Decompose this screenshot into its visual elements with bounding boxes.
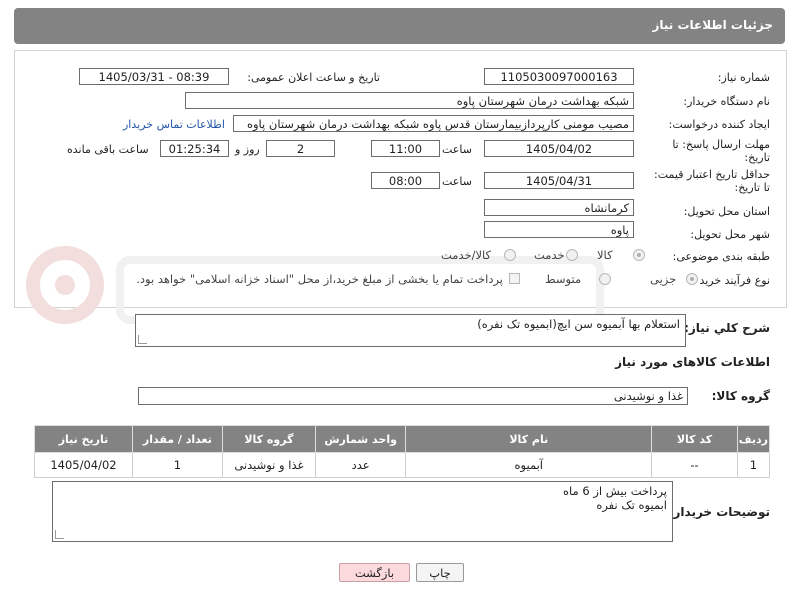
- col-group: گروه کالا: [221, 425, 316, 453]
- category-option-service: خدمت: [534, 248, 565, 262]
- cell-quantity: 1: [131, 452, 223, 478]
- deadline-time-field: 11:00: [371, 140, 440, 157]
- process-option-minor: جزیی: [650, 272, 677, 286]
- category-option-goods-service: کالا/خدمت: [441, 248, 492, 262]
- back-button[interactable]: بازگشت: [339, 563, 410, 582]
- cell-code: --: [651, 452, 738, 478]
- days-remaining-field: 2: [266, 140, 335, 157]
- resize-handle-icon[interactable]: [55, 530, 64, 539]
- deadline-time-label: ساعت: [442, 143, 472, 156]
- goods-table: ردیف کد کالا نام کالا واحد شمارش گروه کا…: [34, 425, 771, 478]
- process-label: نوع فرآیند خرید :: [692, 274, 770, 287]
- treasury-payment-note: پرداخت تمام یا بخشی از مبلغ خرید،از محل …: [136, 272, 503, 286]
- buyer-notes-textarea[interactable]: پرداخت بیش از 6 ماه ابمیوه تک نفره: [52, 481, 673, 542]
- announce-date-field: 1405/03/31 - 08:39: [79, 68, 229, 85]
- deadline-date-field: 1405/04/02: [484, 140, 634, 157]
- category-radio-goods[interactable]: [633, 249, 645, 261]
- creator-label: ایجاد کننده درخواست:: [668, 118, 770, 131]
- page-header: جزئیات اطلاعات نیاز: [14, 8, 785, 44]
- cell-unit: عدد: [314, 452, 407, 478]
- buyer-notes-label: توضیحات خریدار:: [668, 505, 770, 519]
- need-number-label: شماره نیاز:: [717, 71, 770, 84]
- category-radio-service[interactable]: [566, 249, 578, 261]
- process-option-medium: متوسط: [545, 272, 582, 286]
- buyer-contact-link[interactable]: اطلاعات تماس خریدار: [123, 118, 225, 131]
- price-validity-date-field: 1405/04/31: [484, 172, 634, 189]
- page-title: جزئیات اطلاعات نیاز: [652, 18, 773, 32]
- price-validity-time-label: ساعت: [442, 175, 472, 188]
- need-number-field: 1105030097000163: [484, 68, 634, 85]
- col-row: ردیف: [736, 425, 771, 453]
- col-name: نام کالا: [405, 425, 653, 453]
- buyer-notes-line: پرداخت بیش از 6 ماه: [563, 484, 667, 498]
- summary-textarea[interactable]: استعلام بها آبمیوه سن ایچ(ابمیوه تک نفره…: [135, 314, 686, 347]
- summary-text: استعلام بها آبمیوه سن ایچ(ابمیوه تک نفره…: [477, 317, 680, 331]
- price-validity-label: حداقل تاریخ اعتبار قیمت:: [654, 168, 770, 181]
- goods-group-field: غذا و نوشیدنی: [138, 387, 688, 405]
- city-field: پاوه: [484, 221, 634, 238]
- city-label: شهر محل تحویل:: [690, 228, 770, 241]
- buyer-org-label: نام دستگاه خریدار:: [683, 95, 770, 108]
- summary-label: شرح کلي نياز:: [684, 321, 770, 335]
- days-label: روز و: [235, 143, 260, 156]
- col-need-date: تاریخ نیاز: [34, 425, 133, 453]
- goods-table-header: ردیف کد کالا نام کالا واحد شمارش گروه کا…: [34, 425, 771, 453]
- cell-name: آبمیوه: [405, 452, 653, 478]
- cell-row: 1: [736, 452, 771, 478]
- remaining-time-field: 01:25:34: [160, 140, 229, 157]
- cell-need-date: 1405/04/02: [34, 452, 133, 478]
- goods-group-label: گروه کالا:: [711, 389, 770, 403]
- resize-handle-icon[interactable]: [138, 335, 147, 344]
- cell-group: غذا و نوشیدنی: [221, 452, 316, 478]
- deadline-label-date: تاریخ:: [744, 151, 770, 164]
- price-validity-label-date: تا تاریخ:: [734, 181, 770, 194]
- col-unit: واحد شمارش: [314, 425, 407, 453]
- print-button[interactable]: چاپ: [416, 563, 464, 582]
- category-label: طبقه بندی موضوعی:: [672, 250, 770, 263]
- goods-section-title: اطلاعات کالاهای مورد نیاز: [615, 355, 770, 369]
- province-label: استان محل تحویل:: [683, 205, 770, 218]
- process-radio-medium[interactable]: [599, 273, 611, 285]
- announce-date-label: تاریخ و ساعت اعلان عمومی:: [247, 71, 380, 84]
- category-option-goods: کالا: [597, 248, 613, 262]
- province-field: کرمانشاه: [484, 199, 634, 216]
- table-row: 1 -- آبمیوه عدد غذا و نوشیدنی 1 1405/04/…: [34, 452, 771, 478]
- creator-field: مصیب مومنی کارپردازبیمارستان قدس پاوه شب…: [233, 115, 634, 132]
- price-validity-time-field: 08:00: [371, 172, 440, 189]
- deadline-label: مهلت ارسال پاسخ: تا: [672, 138, 770, 151]
- category-radio-goods-service[interactable]: [504, 249, 516, 261]
- col-code: کد کالا: [651, 425, 738, 453]
- process-radio-minor[interactable]: [686, 273, 698, 285]
- remaining-time-label: ساعت باقی مانده: [67, 143, 149, 156]
- buyer-notes-line: ابمیوه تک نفره: [596, 498, 667, 512]
- treasury-payment-checkbox[interactable]: [509, 273, 520, 284]
- col-quantity: تعداد / مقدار: [131, 425, 223, 453]
- buyer-org-field: شبکه بهداشت درمان شهرستان پاوه: [185, 92, 634, 109]
